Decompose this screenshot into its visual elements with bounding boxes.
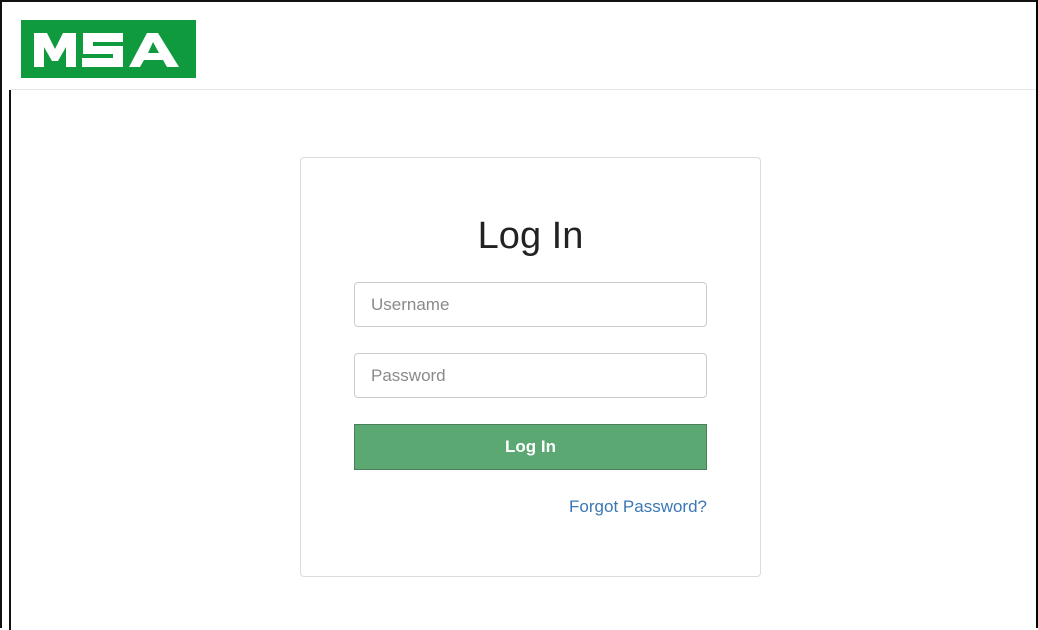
page-header	[10, 4, 1038, 90]
login-title: Log In	[477, 215, 584, 257]
password-input[interactable]	[354, 353, 707, 398]
forgot-password-link[interactable]: Forgot Password?	[569, 497, 707, 517]
login-button[interactable]: Log In	[354, 424, 707, 470]
msa-logo	[21, 20, 196, 78]
window-left-edge	[9, 90, 11, 630]
page-frame: Log In Log In Forgot Password?	[0, 0, 1038, 630]
login-card: Log In Log In Forgot Password?	[300, 157, 761, 577]
username-input[interactable]	[354, 282, 707, 327]
msa-logo-mark	[34, 33, 179, 67]
